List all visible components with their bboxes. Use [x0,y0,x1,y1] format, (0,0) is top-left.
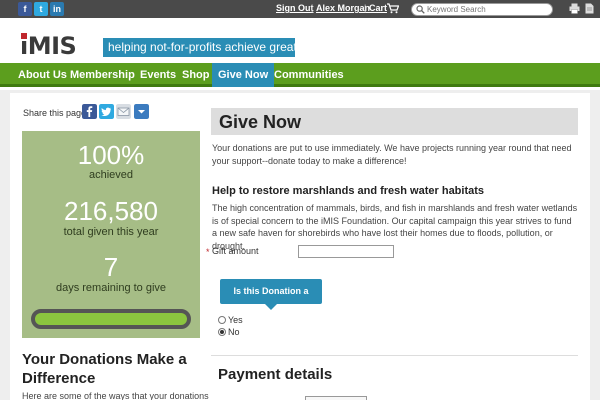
gift-amount-input[interactable] [298,245,394,258]
cart-link[interactable]: Cart [369,3,387,13]
nav-events[interactable]: Events [134,63,182,87]
progress-bar-fill [35,313,187,325]
nav-membership[interactable]: Membership [64,63,141,87]
divider [211,355,578,356]
page-title-bar: Give Now [211,108,578,135]
donations-text: Here are some of the ways that your dona… [22,391,209,400]
nav-shop[interactable]: Shop [176,63,216,87]
intro-text: Your donations are put to use immediatel… [212,143,572,166]
nav-give-now[interactable]: Give Now [212,63,275,87]
tribute-question: Is this Donation a tribute? [220,279,322,321]
progress-bar [31,309,191,329]
payment-select[interactable] [305,396,367,400]
imis-logo[interactable]: iMIS [20,32,77,60]
cart-icon[interactable] [387,3,399,14]
payment-details-heading: Payment details [218,366,333,383]
required-marker: * [206,247,210,257]
gift-amount-label: Gift amount [212,246,259,256]
document-icon[interactable] [584,3,595,14]
share-label: Share this page [23,108,87,118]
tribute-no-radio[interactable] [218,328,226,336]
tribute-yes-label[interactable]: Yes [228,315,243,325]
share-facebook-icon[interactable] [82,104,97,119]
facebook-icon[interactable]: f [18,2,32,16]
sign-out-link[interactable]: Sign Out [276,3,314,13]
page-title: Give Now [219,112,302,132]
days-remaining: 7 [103,252,119,282]
search-box[interactable] [411,3,553,16]
days-remaining-label: days remaining to give [55,282,167,294]
separator: | [364,3,367,13]
section-paragraph: The high concentration of mammals, birds… [212,203,578,251]
tribute-yes-radio[interactable] [218,316,226,324]
section-heading: Help to restore marshlands and fresh wat… [212,185,485,197]
nav-communities[interactable]: Communities [268,63,350,87]
print-icon[interactable] [569,3,580,14]
search-icon[interactable] [416,5,425,14]
donations-heading: Your Donations Make a Difference [22,351,187,387]
tribute-pointer [265,304,277,310]
share-more-icon[interactable] [134,104,149,119]
share-email-icon[interactable] [116,104,131,119]
twitter-icon[interactable]: t [34,2,48,16]
total-given-label: total given this year [63,226,159,238]
percent-achieved: 100% [77,140,145,170]
tagline: helping not-for-profits achieve great th… [103,38,295,57]
main-nav: About Us Membership Events Shop Give Now… [0,63,600,87]
separator: | [311,3,314,13]
total-given: 216,580 [64,196,158,226]
logo-accent [21,33,27,39]
search-input[interactable] [427,4,547,15]
user-name-link[interactable]: Alex Morgan [316,3,370,13]
tribute-no-label[interactable]: No [228,327,240,337]
share-twitter-icon[interactable] [99,104,114,119]
top-bar: f t in Sign Out | Alex Morgan | Cart [0,0,600,18]
percent-achieved-label: achieved [88,169,134,181]
linkedin-icon[interactable]: in [50,2,64,16]
donation-stats-panel: 100% achieved 216,580 total given this y… [22,131,200,338]
